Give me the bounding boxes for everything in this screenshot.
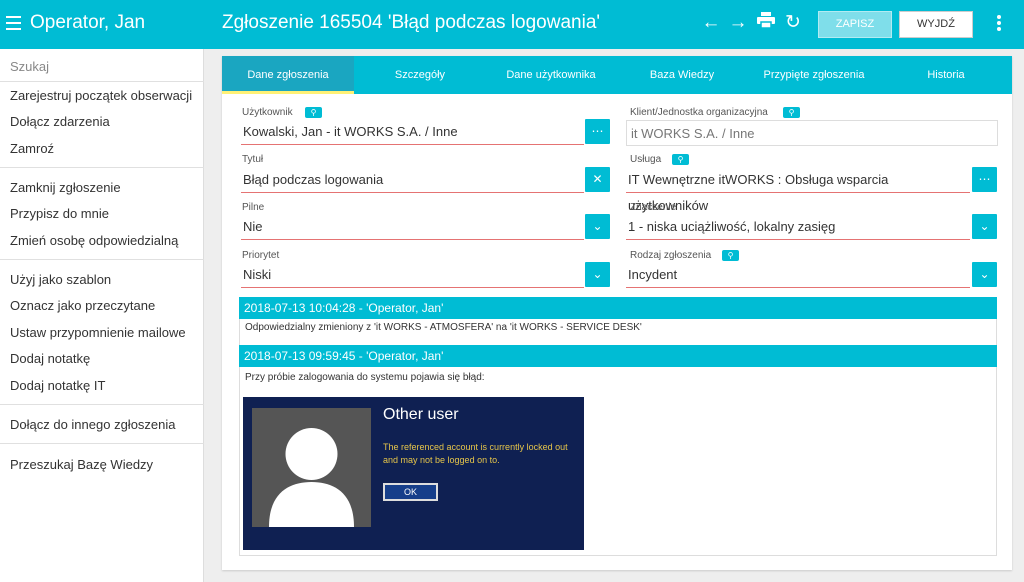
divider — [0, 81, 204, 82]
divider — [0, 443, 204, 444]
arrow-back-icon[interactable]: ← — [700, 12, 722, 34]
priority-label: Priorytet — [242, 250, 280, 261]
tab-user-data[interactable]: Dane użytkownika — [486, 56, 616, 94]
more-options-icon[interactable] — [996, 15, 1002, 33]
priority-select[interactable]: Niski — [241, 262, 584, 288]
arrow-forward-icon[interactable]: → — [727, 12, 749, 34]
search-icon[interactable]: ⚲ — [305, 107, 322, 118]
log-entry-header: 2018-07-13 10:04:28 - 'Operator, Jan' — [239, 297, 997, 319]
sidebar-item-add-it-note[interactable]: Dodaj notatkę IT — [10, 378, 105, 393]
search-icon[interactable]: ⚲ — [783, 107, 800, 118]
chevron-down-icon[interactable]: ⌄ — [585, 262, 610, 287]
type-label: Rodzaj zgłoszenia — [630, 250, 712, 261]
title-field[interactable]: Błąd podczas logowania — [241, 167, 584, 193]
importance-label: Znaczenie — [630, 202, 677, 213]
sidebar-item-close-ticket[interactable]: Zamknij zgłoszenie — [10, 180, 121, 195]
page-title: Zgłoszenie 165504 'Błąd podczas logowani… — [222, 12, 601, 33]
sidebar-item-use-as-template[interactable]: Użyj jako szablon — [10, 272, 111, 287]
sidebar-item-add-note[interactable]: Dodaj notatkę — [10, 351, 90, 366]
sidebar-item-attach-events[interactable]: Dołącz zdarzenia — [10, 114, 110, 129]
tab-ticket-data[interactable]: Dane zgłoszenia — [222, 56, 354, 94]
tab-bar: Dane zgłoszenia Szczegóły Dane użytkowni… — [222, 56, 1012, 94]
sidebar-item-search-knowledge[interactable]: Przeszukaj Bazę Wiedzy — [10, 457, 153, 472]
clear-icon[interactable]: ✕ — [585, 167, 610, 192]
exit-button[interactable]: WYJDŹ — [899, 11, 973, 38]
urgent-select[interactable]: Nie — [241, 214, 584, 240]
avatar — [252, 408, 371, 527]
refresh-icon[interactable]: ↻ — [782, 12, 804, 34]
user-field[interactable]: Kowalski, Jan - it WORKS S.A. / Inne — [241, 119, 584, 145]
more-button[interactable]: ⋯ — [585, 119, 610, 144]
sidebar-item-freeze[interactable]: Zamroź — [10, 141, 54, 156]
tab-pinned-tickets[interactable]: Przypięte zgłoszenia — [748, 56, 880, 94]
user-name: Operator, Jan — [30, 12, 146, 33]
sidebar: Szukaj Zarejestruj początek obserwacji D… — [0, 49, 204, 582]
log-entry-header: 2018-07-13 09:59:45 - 'Operator, Jan' — [239, 345, 997, 367]
sidebar-item-attach-to-ticket[interactable]: Dołącz do innego zgłoszenia — [10, 417, 176, 432]
sidebar-item-email-reminder[interactable]: Ustaw przypomnienie mailowe — [10, 325, 186, 340]
service-label: Usługa — [630, 154, 662, 165]
chevron-down-icon[interactable]: ⌄ — [972, 262, 997, 287]
divider — [0, 259, 204, 260]
urgent-label: Pilne — [242, 202, 265, 213]
save-button[interactable]: ZAPISZ — [818, 11, 892, 38]
screenshot-title: Other user — [383, 406, 459, 423]
more-button[interactable]: ⋯ — [972, 167, 997, 192]
divider — [0, 404, 204, 405]
user-label: Użytkownik — [242, 107, 293, 118]
top-bar: Operator, Jan Zgłoszenie 165504 'Błąd po… — [0, 0, 1024, 49]
search-icon[interactable]: ⚲ — [672, 154, 689, 165]
title-label: Tytuł — [242, 154, 264, 165]
tab-details[interactable]: Szczegóły — [354, 56, 486, 94]
tab-knowledge-base[interactable]: Baza Wiedzy — [616, 56, 748, 94]
sidebar-search[interactable]: Szukaj — [10, 59, 49, 74]
client-label: Klient/Jednostka organizacyjna — [630, 107, 768, 118]
log-entry-text: Przy próbie zalogowania do systemu pojaw… — [239, 372, 997, 392]
divider — [0, 167, 204, 168]
log-entry-text: Odpowiedzialny zmieniony z 'it WORKS - A… — [239, 322, 997, 342]
sidebar-item-assign-to-me[interactable]: Przypisz do mnie — [10, 206, 109, 221]
chevron-down-icon[interactable]: ⌄ — [972, 214, 997, 239]
menu-icon[interactable] — [6, 16, 21, 30]
screenshot-message: The referenced account is currently lock… — [383, 442, 568, 465]
error-screenshot: Other user The referenced account is cur… — [243, 397, 584, 550]
screenshot-ok-button: OK — [383, 483, 438, 501]
type-select[interactable]: Incydent — [626, 262, 970, 288]
sidebar-item-register-observation[interactable]: Zarejestruj początek obserwacji — [10, 88, 192, 103]
service-field[interactable]: IT Wewnętrzne itWORKS : Obsługa wsparcia… — [626, 167, 970, 213]
sidebar-item-mark-read[interactable]: Oznacz jako przeczytane — [10, 298, 155, 313]
print-icon[interactable] — [755, 12, 777, 34]
sidebar-item-change-owner[interactable]: Zmień osobę odpowiedzialną — [10, 233, 178, 248]
tab-history[interactable]: Historia — [880, 56, 1012, 94]
importance-select[interactable]: 1 - niska uciążliwość, lokalny zasięg — [626, 214, 970, 240]
client-field: it WORKS S.A. / Inne — [626, 120, 998, 146]
search-icon[interactable]: ⚲ — [722, 250, 739, 261]
ticket-card: Dane zgłoszenia Szczegóły Dane użytkowni… — [222, 56, 1012, 570]
chevron-down-icon[interactable]: ⌄ — [585, 214, 610, 239]
